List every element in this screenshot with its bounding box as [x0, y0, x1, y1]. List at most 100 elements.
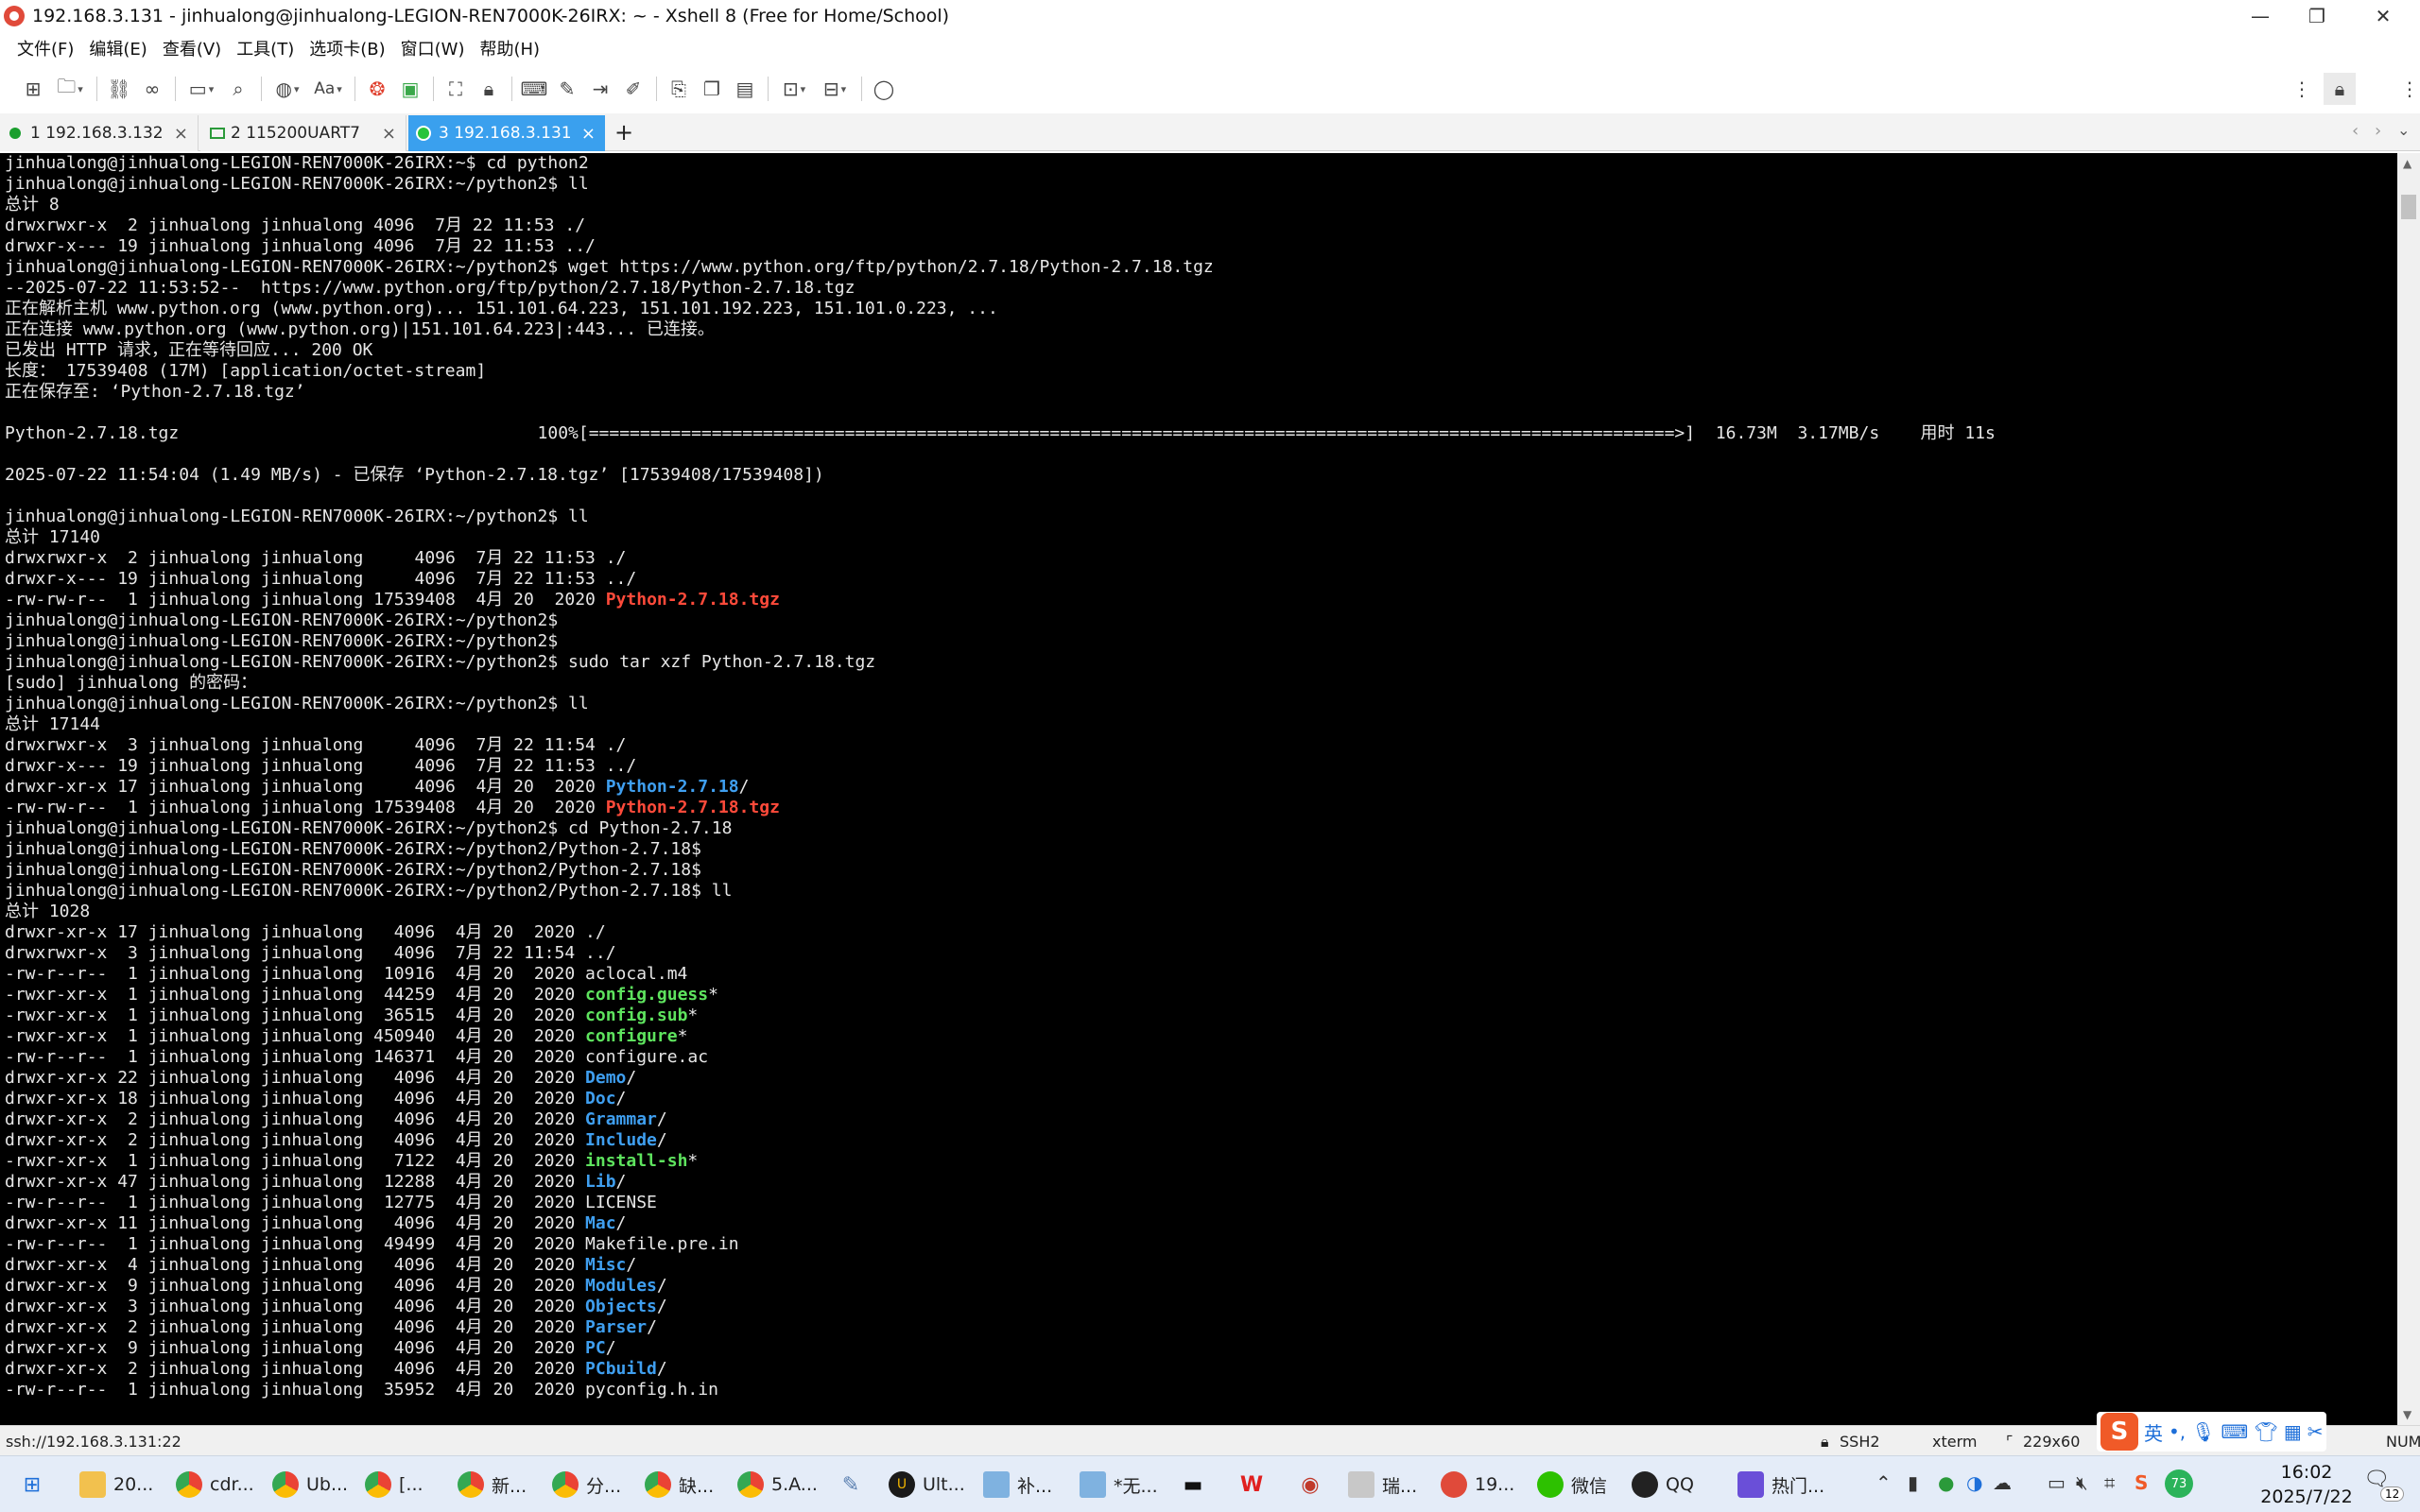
- taskbar-item-news[interactable]: 热门...: [1737, 1466, 1824, 1503]
- scroll-up-icon[interactable]: ▲: [2403, 157, 2411, 170]
- system-clock[interactable]: 16:02 2025/7/22: [2250, 1460, 2363, 1509]
- taskbar-item-tools[interactable]: 瑞...: [1348, 1466, 1417, 1503]
- status-bar: ssh://192.168.3.131:22 🔒︎ SSH2 xterm ⌜ 2…: [0, 1425, 2420, 1455]
- open-folder-icon[interactable]: 🗀: [50, 73, 90, 105]
- tray-cloud-icon[interactable]: ☁: [1993, 1471, 2012, 1494]
- volume-icon[interactable]: 🔇︎: [2076, 1471, 2088, 1494]
- keyboard-icon[interactable]: ⌨: [2221, 1420, 2249, 1443]
- security-badge[interactable]: 73: [2165, 1469, 2193, 1498]
- menu-tabs[interactable]: 选项卡(B): [309, 36, 385, 60]
- xmanager-icon[interactable]: ▣: [394, 73, 426, 105]
- chrome-icon: [737, 1471, 764, 1498]
- xftp-icon[interactable]: ❂: [361, 73, 393, 105]
- chat-icon[interactable]: ◯: [868, 73, 900, 105]
- menu-file[interactable]: 文件(F): [17, 36, 74, 60]
- tab-session-3[interactable]: 3 192.168.3.131 ×: [408, 115, 605, 151]
- fullscreen-icon[interactable]: ⛶: [440, 73, 472, 105]
- ime-toolbar[interactable]: S 英 •, 🎙︎ ⌨ 👕︎ ▦ ✂: [2097, 1412, 2327, 1452]
- scroll-down-icon[interactable]: ▼: [2403, 1408, 2411, 1421]
- menu-view[interactable]: 查看(V): [163, 36, 221, 60]
- copy-icon[interactable]: ❐: [696, 73, 728, 105]
- taskbar-item-chrome-3[interactable]: [...: [365, 1466, 424, 1503]
- tray-sync-icon[interactable]: ◑: [1966, 1471, 1982, 1494]
- taskbar-item-chrome-4[interactable]: 新...: [458, 1466, 527, 1503]
- xshell-app-icon[interactable]: [4, 6, 25, 26]
- new-window-icon[interactable]: ▭: [182, 73, 221, 105]
- more-options-icon[interactable]: ⋮: [2286, 73, 2318, 105]
- taskbar-item-xshell[interactable]: 19...: [1441, 1466, 1514, 1503]
- paste-icon[interactable]: ▤: [729, 73, 761, 105]
- tool-icon[interactable]: ✂: [2308, 1420, 2324, 1443]
- menu-window[interactable]: 窗口(W): [401, 36, 465, 60]
- close-window-button[interactable]: ✕: [2356, 0, 2411, 32]
- search-icon[interactable]: ⌕: [222, 73, 254, 105]
- chrome-icon: [645, 1471, 671, 1498]
- keyboard-icon[interactable]: ⌨: [518, 73, 550, 105]
- close-icon[interactable]: ×: [174, 124, 188, 144]
- layout-icon[interactable]: ⊡: [774, 73, 814, 105]
- browser-icon[interactable]: ◉: [1289, 1466, 1331, 1503]
- tray-app-icon[interactable]: ▮: [1908, 1471, 1918, 1494]
- network-icon[interactable]: ▭: [2048, 1471, 2066, 1494]
- sogou-logo-icon[interactable]: S: [2100, 1413, 2138, 1451]
- grid-icon[interactable]: ▦: [2284, 1420, 2302, 1443]
- menu-edit[interactable]: 编辑(E): [89, 36, 147, 60]
- ultraedit-icon: U: [889, 1471, 915, 1498]
- transfer-icon[interactable]: ⇥: [584, 73, 616, 105]
- new-session-icon[interactable]: ⊞: [17, 73, 49, 105]
- terminal-app-icon[interactable]: ▬: [1172, 1466, 1214, 1503]
- wps-icon[interactable]: W: [1231, 1466, 1272, 1503]
- log-icon[interactable]: ⎘: [663, 73, 695, 105]
- tray-wechat-icon[interactable]: ●: [1938, 1471, 1954, 1494]
- ime-language[interactable]: 英: [2144, 1418, 2163, 1446]
- tab-list-icon[interactable]: ⌄: [2397, 121, 2410, 139]
- skin-icon[interactable]: 👕︎: [2254, 1420, 2277, 1443]
- restore-button[interactable]: ❐: [2290, 0, 2344, 32]
- terminal-scrollbar[interactable]: ▲ ▼: [2397, 153, 2420, 1425]
- tool-app-icon[interactable]: ✎: [830, 1466, 872, 1503]
- scrollbar-thumb[interactable]: [2401, 195, 2416, 219]
- lock-icon[interactable]: 🔒︎: [473, 73, 505, 105]
- close-icon[interactable]: ×: [382, 124, 396, 144]
- menu-help[interactable]: 帮助(H): [479, 36, 540, 60]
- taskbar-item-wechat[interactable]: 微信: [1537, 1466, 1607, 1503]
- tab-scroll-left-icon[interactable]: ‹: [2352, 121, 2359, 141]
- taskbar-item-ultraedit[interactable]: U Ult...: [889, 1466, 965, 1503]
- taskbar-item-folder[interactable]: 20...: [79, 1466, 153, 1503]
- link-icon[interactable]: ⛓: [103, 73, 135, 105]
- taskbar-item-notepad-1[interactable]: 补...: [983, 1466, 1052, 1503]
- menu-tools[interactable]: 工具(T): [236, 36, 294, 60]
- terminal-output[interactable]: jinhualong@jinhualong-LEGION-REN7000K-26…: [0, 153, 2397, 1425]
- taskbar-item-notepad-2[interactable]: *无...: [1080, 1466, 1158, 1503]
- taskbar-item-chrome-2[interactable]: Ub...: [272, 1466, 348, 1503]
- microphone-icon[interactable]: 🎙︎: [2191, 1420, 2215, 1443]
- split-icon[interactable]: ⊟: [815, 73, 855, 105]
- taskbar-item-qq[interactable]: QQ: [1632, 1466, 1694, 1503]
- ime-tray-icon[interactable]: ⌗: [2104, 1471, 2115, 1494]
- close-icon[interactable]: ×: [581, 124, 596, 144]
- tab-session-2[interactable]: 2 115200UART7 ×: [200, 115, 406, 151]
- globe-icon[interactable]: ◍: [268, 73, 307, 105]
- overflow-icon[interactable]: ⋮: [2394, 73, 2420, 105]
- tab-session-1[interactable]: 1 192.168.3.132 ×: [0, 115, 199, 151]
- highlight-icon[interactable]: ✐: [617, 73, 649, 105]
- padlock-icon[interactable]: 🔒︎: [2324, 73, 2356, 105]
- taskbar-item-chrome-1[interactable]: cdr...: [176, 1466, 254, 1503]
- terminal-text: --2025-07-22 11:53:52-- https://www.pyth…: [5, 278, 856, 298]
- sogou-tray-icon[interactable]: S: [2135, 1471, 2148, 1494]
- taskbar-item-chrome-7[interactable]: 5.A...: [737, 1466, 818, 1503]
- minimize-button[interactable]: —: [2233, 0, 2288, 32]
- taskbar-item-chrome-5[interactable]: 分...: [552, 1466, 621, 1503]
- font-icon[interactable]: Aa: [308, 73, 348, 105]
- tab-scroll-right-icon[interactable]: ›: [2375, 121, 2381, 141]
- terminal-text: 2025-07-22 11:54:04 (1.49 MB/s) - 已保存 ‘P…: [5, 465, 824, 485]
- tray-expand-icon[interactable]: ⌃: [1876, 1471, 1892, 1494]
- punctuation-icon[interactable]: •,: [2169, 1420, 2186, 1443]
- windows-start-icon[interactable]: ⊞: [11, 1466, 53, 1503]
- add-tab-button[interactable]: +: [614, 119, 633, 146]
- script-icon[interactable]: ✎: [551, 73, 583, 105]
- terminal-line: jinhualong@jinhualong-LEGION-REN7000K-26…: [0, 631, 2397, 652]
- taskbar-item-chrome-6[interactable]: 缺...: [645, 1466, 714, 1503]
- unlink-icon[interactable]: ∞: [136, 73, 168, 105]
- terminal-text: jinhualong@jinhualong-LEGION-REN7000K-26…: [5, 610, 559, 630]
